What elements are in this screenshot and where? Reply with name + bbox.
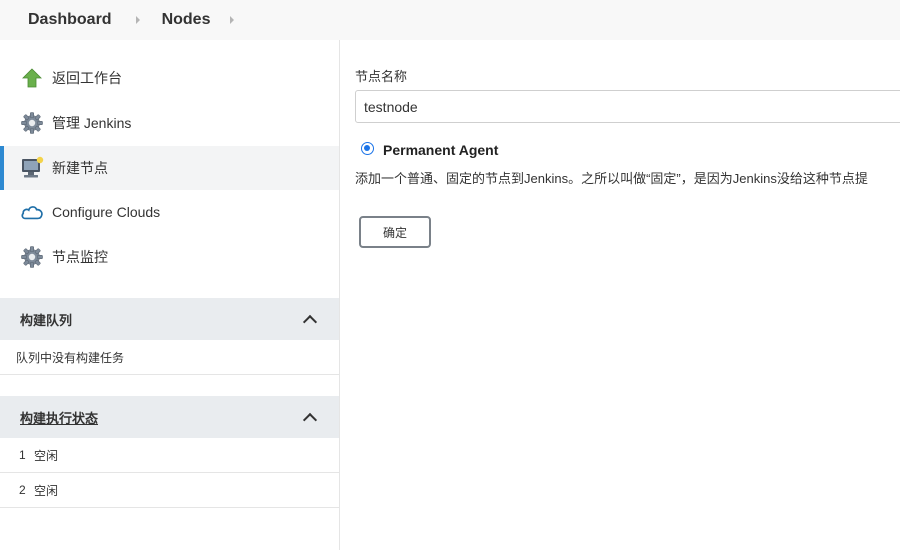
- permanent-agent-label[interactable]: Permanent Agent: [383, 142, 498, 158]
- ok-button[interactable]: 确定: [359, 216, 431, 248]
- breadcrumb-separator-icon[interactable]: [230, 16, 235, 24]
- gear-icon: [20, 111, 44, 135]
- computer-new-icon: [20, 156, 44, 180]
- sidebar-item-label: 节点监控: [52, 249, 108, 265]
- chevron-up-icon[interactable]: [302, 412, 318, 427]
- sidebar-item-label: 管理 Jenkins: [52, 115, 132, 131]
- sidebar-item-back-to-dashboard[interactable]: 返回工作台: [0, 56, 339, 100]
- sidebar-item-manage-jenkins[interactable]: 管理 Jenkins: [0, 101, 339, 145]
- executor-status: 空闲: [34, 448, 59, 463]
- up-arrow-icon: [20, 66, 44, 90]
- sidebar-item-new-node[interactable]: 新建节点: [0, 146, 339, 190]
- cloud-icon: [20, 200, 44, 224]
- node-name-input[interactable]: [355, 90, 900, 123]
- executor-row: 2 空闲: [0, 473, 339, 508]
- permanent-agent-description: 添加一个普通、固定的节点到Jenkins。之所以叫做“固定”，是因为Jenkin…: [355, 171, 868, 186]
- sidebar-item-label: Configure Clouds: [52, 204, 161, 220]
- executor-number: 2: [19, 483, 26, 497]
- build-queue-header: 构建队列: [0, 298, 339, 340]
- breadcrumb-dashboard[interactable]: Dashboard: [28, 11, 112, 29]
- node-name-label: 节点名称: [355, 69, 408, 84]
- executor-status: 空闲: [34, 483, 59, 498]
- chevron-up-icon[interactable]: [302, 314, 318, 329]
- gear-icon: [20, 245, 44, 269]
- permanent-agent-radio[interactable]: [361, 142, 374, 155]
- sidebar-item-node-monitoring[interactable]: 节点监控: [0, 235, 339, 279]
- breadcrumb-separator-icon[interactable]: [135, 16, 140, 24]
- executor-number: 1: [19, 448, 26, 462]
- sidebar-item-label: 返回工作台: [52, 70, 122, 86]
- executor-status-title[interactable]: 构建执行状态: [20, 408, 98, 427]
- sidebar: 返回工作台 管理 Jenkins 新建节点 Configure Clouds 节…: [0, 40, 340, 550]
- build-queue-title: 构建队列: [20, 312, 73, 328]
- sidebar-item-label: 新建节点: [52, 160, 108, 176]
- breadcrumb: Dashboard Nodes: [0, 0, 900, 40]
- executor-status-header: 构建执行状态: [0, 396, 339, 438]
- main-content: 节点名称 Permanent Agent 添加一个普通、固定的节点到Jenkin…: [341, 40, 900, 550]
- sidebar-item-configure-clouds[interactable]: Configure Clouds: [0, 190, 339, 234]
- executor-row: 1 空闲: [0, 438, 339, 473]
- breadcrumb-nodes[interactable]: Nodes: [162, 11, 211, 29]
- build-queue-empty: 队列中没有构建任务: [0, 340, 339, 375]
